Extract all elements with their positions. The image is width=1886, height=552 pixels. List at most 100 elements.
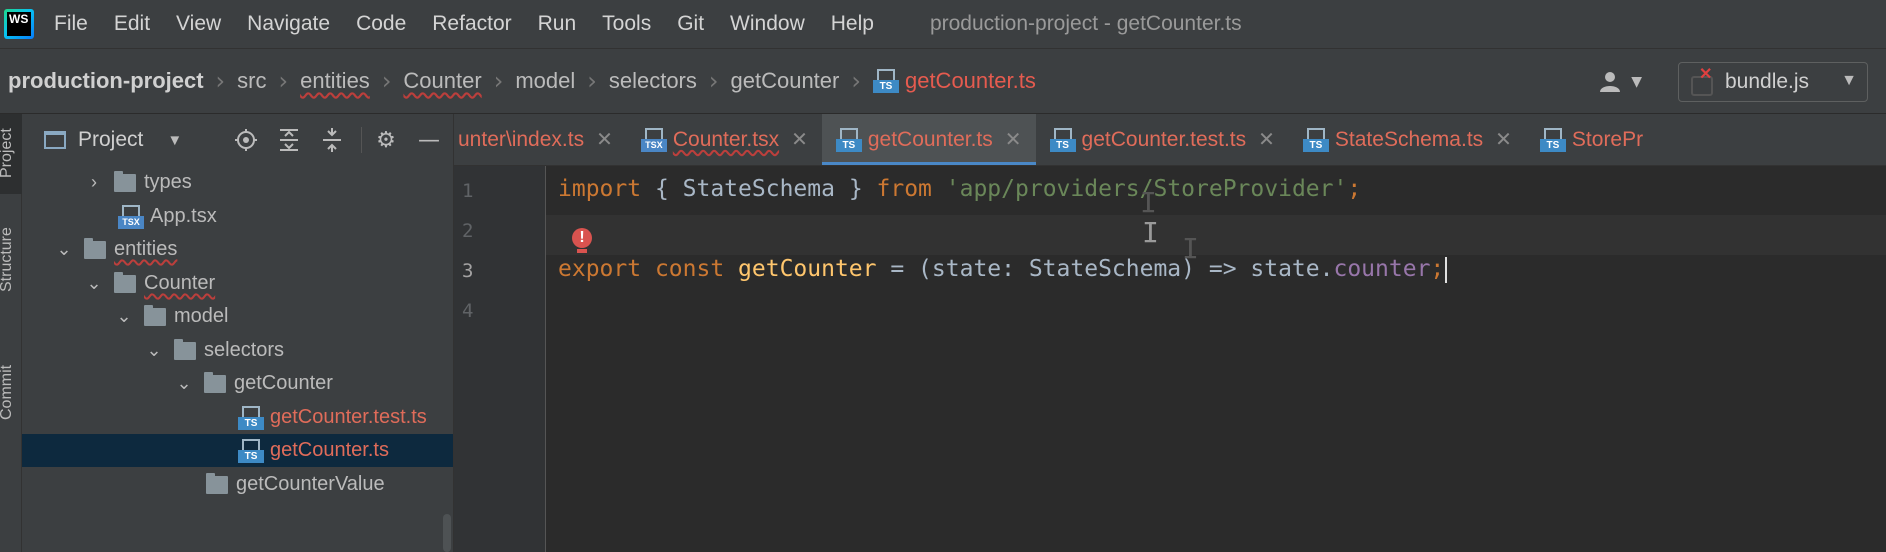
tree-item-label: getCounter.ts bbox=[270, 439, 389, 461]
tree-item-getcounter-ts[interactable]: TS getCounter.ts bbox=[22, 434, 453, 467]
chevron-down-icon: ▼ bbox=[1631, 74, 1642, 90]
menu-help[interactable]: Help bbox=[831, 12, 874, 36]
tab-stateschema[interactable]: TS StateSchema.ts ✕ bbox=[1289, 114, 1526, 165]
tab-label: StorePr bbox=[1571, 127, 1644, 151]
project-view-selector[interactable]: Project ▼ bbox=[44, 128, 182, 152]
minimize-icon[interactable]: — bbox=[415, 126, 443, 154]
line-number: 2 bbox=[462, 220, 474, 242]
tree-item-label: types bbox=[144, 171, 192, 193]
tree-item-getcounter-folder[interactable]: ⌄ getCounter bbox=[22, 367, 453, 400]
breadcrumb-src[interactable]: src bbox=[237, 68, 266, 94]
breadcrumb-counter[interactable]: Counter bbox=[403, 68, 481, 94]
editor-tab-bar: unter\index.ts ✕ TSX Counter.tsx ✕ TS ge… bbox=[454, 114, 1886, 166]
locate-icon[interactable] bbox=[232, 126, 260, 154]
tab-counter-index[interactable]: unter\index.ts ✕ bbox=[454, 114, 627, 165]
tab-getcounter-ts[interactable]: TS getCounter.ts ✕ bbox=[821, 114, 1036, 165]
close-icon[interactable]: ✕ bbox=[596, 127, 613, 152]
breadcrumb-getcounter-file[interactable]: getCounter.ts bbox=[905, 68, 1036, 94]
breadcrumb-separator-icon: › bbox=[587, 67, 597, 95]
gear-icon[interactable]: ⚙ bbox=[372, 126, 400, 154]
menu-run[interactable]: Run bbox=[538, 12, 577, 36]
menu-refactor[interactable]: Refactor bbox=[432, 12, 511, 36]
ibeam-cursor-icon: I bbox=[1140, 186, 1157, 219]
line-number: 1 bbox=[462, 180, 474, 202]
ts-file-icon: TS bbox=[835, 127, 862, 152]
tree-item-selectors[interactable]: ⌄ selectors bbox=[22, 334, 453, 367]
breadcrumb-entities[interactable]: entities bbox=[300, 68, 370, 94]
close-icon[interactable]: ✕ bbox=[1495, 127, 1512, 152]
folder-icon bbox=[144, 304, 166, 326]
chevron-right-icon[interactable]: › bbox=[84, 172, 104, 193]
tree-item-app-tsx[interactable]: TSX App.tsx bbox=[22, 200, 453, 233]
menu-file[interactable]: File bbox=[54, 12, 88, 36]
collapse-all-icon[interactable] bbox=[318, 126, 346, 154]
chevron-down-icon[interactable]: ⌄ bbox=[114, 306, 134, 327]
close-icon[interactable]: ✕ bbox=[1005, 127, 1022, 152]
tree-item-label: getCounterValue bbox=[236, 473, 385, 495]
code-text: = (state: StateSchema) => state. bbox=[876, 256, 1334, 282]
menu-navigate[interactable]: Navigate bbox=[247, 12, 330, 36]
ts-file-icon: TS bbox=[1302, 127, 1329, 152]
property: counter bbox=[1333, 256, 1431, 282]
menu-bar: WS File Edit View Navigate Code Refactor… bbox=[0, 0, 1886, 48]
breadcrumb-separator-icon: › bbox=[215, 67, 226, 95]
menu-window[interactable]: Window bbox=[730, 12, 805, 36]
tab-label: getCounter.ts bbox=[867, 127, 993, 151]
breadcrumb-model[interactable]: model bbox=[515, 68, 575, 94]
stripe-commit-button[interactable]: Commit bbox=[0, 365, 16, 420]
tab-label: getCounter.test.ts bbox=[1081, 127, 1247, 151]
chevron-down-icon[interactable]: ⌄ bbox=[54, 239, 74, 260]
tree-item-getcountervalue[interactable]: getCounterValue bbox=[22, 468, 453, 501]
semicolon: ; bbox=[1347, 176, 1362, 202]
breadcrumb-selectors[interactable]: selectors bbox=[609, 68, 697, 94]
tab-getcounter-test[interactable]: TS getCounter.test.ts ✕ bbox=[1036, 114, 1289, 165]
breadcrumb-project[interactable]: production-project bbox=[8, 68, 204, 94]
stripe-project-button[interactable]: Project bbox=[0, 128, 16, 178]
ibeam-cursor-icon: I bbox=[1182, 232, 1199, 265]
code-editor[interactable]: 1 2 3 4 ! import { StateSchema } from 'a… bbox=[454, 166, 1886, 552]
identifier: StateSchema bbox=[682, 176, 835, 202]
user-icon[interactable]: ▼ bbox=[1599, 70, 1642, 94]
tab-counter-tsx[interactable]: TSX Counter.tsx ✕ bbox=[627, 114, 822, 165]
menu-code[interactable]: Code bbox=[356, 12, 406, 36]
chevron-down-icon[interactable]: ⌄ bbox=[144, 340, 164, 361]
tree-item-entities[interactable]: ⌄ entities bbox=[22, 233, 453, 266]
stripe-structure-button[interactable]: Structure bbox=[0, 227, 16, 292]
expand-all-icon[interactable] bbox=[275, 126, 303, 154]
editor-gutter[interactable]: 1 2 3 4 bbox=[454, 166, 546, 552]
run-config-error-icon: ✕ bbox=[1689, 66, 1717, 96]
project-tool-window: Project ▼ ⚙ — › types TSX App.tsx ⌄ enti… bbox=[22, 114, 454, 552]
menu-tools[interactable]: Tools bbox=[602, 12, 651, 36]
semicolon: ; bbox=[1430, 256, 1445, 282]
tree-item-label: getCounter bbox=[234, 372, 333, 394]
tree-item-getcounter-test[interactable]: TS getCounter.test.ts bbox=[22, 401, 453, 434]
tree-item-counter[interactable]: ⌄ Counter bbox=[22, 267, 453, 300]
breadcrumb-separator-icon: › bbox=[493, 67, 504, 95]
error-bulb-icon[interactable]: ! bbox=[572, 228, 592, 253]
tab-storeprovider[interactable]: TS StorePr bbox=[1526, 114, 1657, 165]
breadcrumb-separator-icon: › bbox=[708, 67, 719, 95]
menu-edit[interactable]: Edit bbox=[114, 12, 150, 36]
menu-git[interactable]: Git bbox=[677, 12, 704, 36]
folder-icon bbox=[204, 371, 226, 393]
chevron-down-icon[interactable]: ⌄ bbox=[174, 373, 194, 394]
ts-file-icon: TS bbox=[1539, 127, 1566, 152]
project-panel-tools: ⚙ — bbox=[232, 114, 453, 166]
tree-item-types[interactable]: › types bbox=[22, 166, 453, 199]
chevron-down-icon[interactable]: ⌄ bbox=[84, 273, 104, 294]
tree-item-model[interactable]: ⌄ model bbox=[22, 300, 453, 333]
keyword: const bbox=[641, 256, 739, 282]
folder-icon bbox=[84, 237, 106, 259]
chevron-down-icon: ▼ bbox=[1841, 72, 1857, 89]
breadcrumb-getcounter-folder[interactable]: getCounter bbox=[731, 68, 840, 94]
close-icon[interactable]: ✕ bbox=[1258, 127, 1275, 152]
project-scrollbar[interactable] bbox=[443, 514, 451, 552]
run-configuration-select[interactable]: ✕ bundle.js ▼ bbox=[1678, 62, 1868, 102]
menu-view[interactable]: View bbox=[176, 12, 221, 36]
project-panel-header: Project ▼ ⚙ — bbox=[22, 114, 453, 166]
webstorm-logo-icon[interactable]: WS bbox=[4, 9, 34, 39]
window-title: production-project - getCounter.ts bbox=[929, 12, 1242, 35]
close-icon[interactable]: ✕ bbox=[791, 127, 808, 152]
code-text: } bbox=[834, 176, 877, 202]
